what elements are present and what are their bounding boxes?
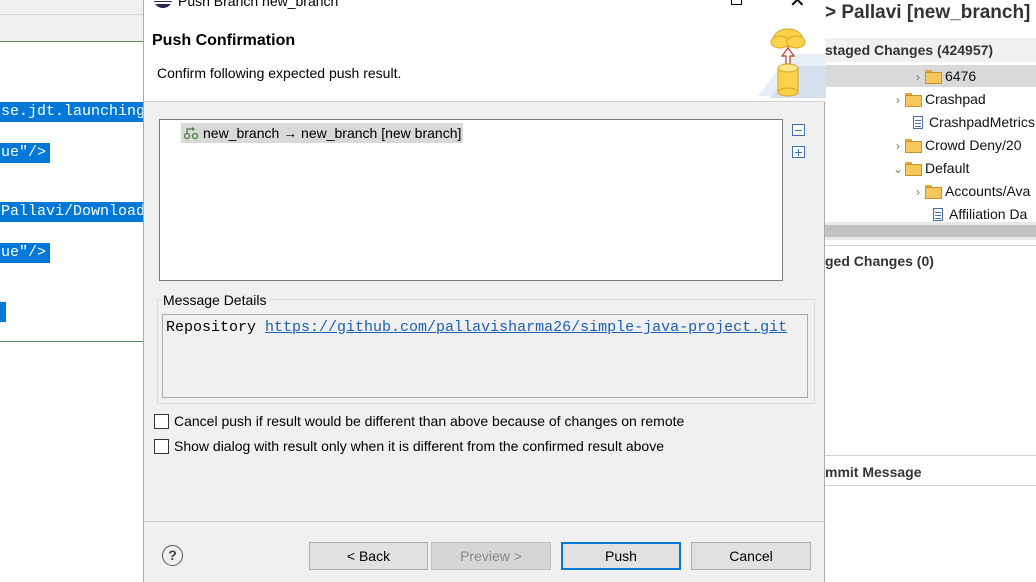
page-title: Push Confirmation	[152, 32, 296, 49]
eclipse-icon	[154, 0, 172, 8]
cancel-if-different-option[interactable]: Cancel push if result would be different…	[154, 411, 684, 431]
tree-item-crashpadmetrics[interactable]: CrashpadMetrics	[913, 111, 1035, 133]
folder-open-icon	[905, 162, 922, 176]
dialog-banner: Push Confirmation Confirm following expe…	[144, 10, 826, 102]
show-result-option[interactable]: Show dialog with result only when it is …	[154, 436, 664, 456]
push-branch-dialog: Push Branch new_branch ✕ Push Confirmati…	[143, 0, 826, 582]
expand-all-icon[interactable]	[792, 146, 805, 158]
push-result-tree[interactable]: new_branch → new_branch [new branch]	[159, 119, 783, 281]
chevron-right-icon[interactable]: ›	[911, 181, 925, 203]
file-icon	[913, 116, 923, 129]
push-result-label: new_branch → new_branch [new branch]	[203, 125, 462, 141]
tree-item-label: Affiliation Da	[949, 206, 1028, 222]
push-wizard-icon	[758, 28, 826, 98]
tree-item-crowd-deny[interactable]: › Crowd Deny/20	[891, 134, 1022, 156]
back-button[interactable]: < Back	[309, 542, 428, 570]
tree-item-label: Default	[925, 160, 970, 176]
file-icon	[933, 208, 943, 221]
help-icon[interactable]: ?	[162, 545, 183, 566]
tree-item-accounts[interactable]: › Accounts/Ava	[911, 180, 1030, 202]
folder-icon	[905, 139, 922, 153]
commit-message-label: mmit Message	[825, 464, 922, 480]
branch-push-icon	[183, 127, 199, 140]
staged-changes-label: ged Changes (0)	[825, 253, 934, 269]
repository-link[interactable]: https://github.com/pallavisharma26/simpl…	[265, 319, 787, 336]
dialog-titlebar[interactable]: Push Branch new_branch ✕	[144, 0, 825, 12]
push-result-entry[interactable]: new_branch → new_branch [new branch]	[181, 123, 464, 143]
editor-pane[interactable]: se.jdt.launching ue"/> Pallavi/Download …	[0, 0, 143, 582]
page-description: Confirm following expected push result.	[157, 65, 402, 81]
maximize-icon[interactable]	[731, 0, 742, 5]
push-button[interactable]: Push	[561, 542, 681, 570]
tree-item-label: Crowd Deny/20	[925, 137, 1022, 153]
section-divider	[825, 245, 1036, 246]
section-divider	[825, 455, 1036, 456]
folder-icon	[925, 70, 942, 84]
cancel-button[interactable]: Cancel	[691, 542, 811, 570]
cancel-if-different-checkbox[interactable]	[154, 414, 169, 429]
editor-toolbar	[0, 0, 143, 42]
tree-item-default[interactable]: ⌄ Default	[891, 157, 969, 179]
chevron-down-icon[interactable]: ⌄	[891, 158, 905, 180]
folder-icon	[925, 185, 942, 199]
show-result-checkbox[interactable]	[154, 439, 169, 454]
code-line-3[interactable]: Pallavi/Download	[0, 202, 143, 222]
chevron-right-icon[interactable]: ›	[911, 66, 925, 88]
section-divider	[825, 485, 1036, 486]
git-staging-view: > Pallavi [new_branch] staged Changes (4…	[825, 0, 1036, 582]
tree-item-6476[interactable]: › 6476	[825, 65, 1036, 87]
tree-item-label: Accounts/Ava	[945, 183, 1031, 199]
preview-button[interactable]: Preview >	[431, 542, 551, 570]
code-line-4[interactable]: ue"/>	[0, 243, 50, 263]
footer-divider	[144, 521, 825, 522]
tree-item-label: CrashpadMetrics	[929, 114, 1035, 130]
tree-item-crashpad[interactable]: › Crashpad	[891, 88, 986, 110]
editor-divider	[0, 341, 143, 342]
message-details-text[interactable]: Repository https://github.com/pallavisha…	[162, 314, 808, 398]
commit-message-header: mmit Message	[825, 460, 1036, 484]
staged-changes-header[interactable]: ged Changes (0)	[825, 249, 1036, 273]
chevron-right-icon[interactable]: ›	[891, 135, 905, 157]
horizontal-scrollbar[interactable]	[825, 222, 1036, 240]
repository-label: Repository	[166, 319, 257, 336]
show-result-label[interactable]: Show dialog with result only when it is …	[174, 438, 664, 454]
collapse-all-icon[interactable]	[792, 124, 805, 136]
code-line-1[interactable]: se.jdt.launching	[0, 102, 143, 122]
chevron-right-icon[interactable]: ›	[891, 89, 905, 111]
folder-icon	[905, 93, 922, 107]
tree-item-label: Crashpad	[925, 91, 986, 107]
staging-title: > Pallavi [new_branch]	[825, 2, 1031, 23]
unstaged-changes-header[interactable]: staged Changes (424957)	[825, 38, 1036, 62]
message-details-label: Message Details	[162, 292, 268, 308]
code-line-2[interactable]: ue"/>	[0, 143, 50, 163]
code-line-5[interactable]	[0, 302, 6, 322]
unstaged-changes-label: staged Changes (424957)	[825, 42, 994, 58]
scrollbar-thumb[interactable]	[825, 225, 1036, 237]
cancel-if-different-label[interactable]: Cancel push if result would be different…	[174, 413, 684, 429]
dialog-title: Push Branch new_branch	[178, 0, 339, 9]
tree-item-label: 6476	[945, 68, 977, 84]
